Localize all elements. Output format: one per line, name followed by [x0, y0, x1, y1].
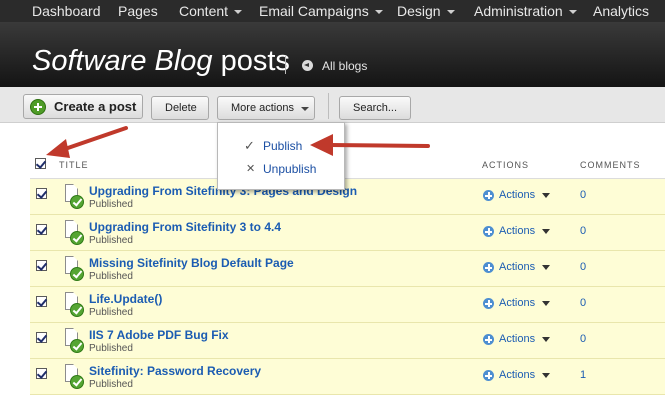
published-check-icon	[70, 339, 84, 353]
all-blogs-link[interactable]: All blogs	[322, 59, 367, 73]
published-check-icon	[70, 195, 84, 209]
published-check-icon	[70, 267, 84, 281]
nav-design[interactable]: Design	[397, 3, 455, 19]
table-row: Life.Update() Published Actions 0	[30, 287, 665, 323]
actions-link[interactable]: Actions	[499, 369, 535, 381]
search-button[interactable]: Search...	[339, 96, 411, 120]
comments-count-link[interactable]: 0	[580, 297, 586, 309]
post-title-link[interactable]: Upgrading From Sitefinity 3 to 4.4	[89, 220, 281, 234]
plus-icon	[30, 99, 46, 115]
published-check-icon	[70, 231, 84, 245]
select-all-checkbox[interactable]	[35, 158, 46, 169]
post-status: Published	[89, 271, 133, 282]
page-title-blog-name: Software Blog	[32, 45, 213, 77]
nav-design-label: Design	[397, 3, 441, 19]
chevron-down-icon	[374, 10, 383, 14]
more-actions-menu: ✓ Publish ✕ Unpublish	[217, 122, 345, 190]
comments-count-link[interactable]: 0	[580, 189, 586, 201]
nav-content[interactable]: Content	[179, 3, 243, 19]
chevron-down-icon[interactable]	[542, 337, 550, 342]
menu-item-unpublish[interactable]: ✕ Unpublish	[218, 159, 344, 179]
nav-pages[interactable]: Pages	[118, 3, 158, 19]
chevron-down-icon[interactable]	[542, 229, 550, 234]
published-check-icon	[70, 375, 84, 389]
nav-analytics[interactable]: Analytics	[593, 3, 649, 19]
comments-count-link[interactable]: 0	[580, 333, 586, 345]
nav-dashboard[interactable]: Dashboard	[32, 3, 101, 19]
page-header: Software Blog posts All blogs	[0, 22, 665, 87]
page-title: Software Blog posts	[32, 45, 290, 78]
row-checkbox[interactable]	[36, 188, 47, 199]
arrow-to-select-all	[46, 126, 128, 158]
actions-plus-icon[interactable]	[483, 334, 494, 345]
menu-item-publish-label: Publish	[263, 139, 303, 153]
comments-count-link[interactable]: 0	[580, 261, 586, 273]
chevron-down-icon[interactable]	[542, 301, 550, 306]
column-header-title[interactable]: TITLE	[59, 160, 89, 170]
toolbar-divider	[328, 93, 329, 119]
title-divider	[285, 56, 286, 74]
column-header-actions: ACTIONS	[482, 160, 530, 170]
nav-content-label: Content	[179, 3, 229, 19]
row-checkbox[interactable]	[36, 224, 47, 235]
create-post-label: Create a post	[54, 99, 137, 114]
comments-count-link[interactable]: 0	[580, 225, 586, 237]
x-icon: ✕	[246, 163, 256, 175]
chevron-down-icon	[234, 10, 243, 14]
row-checkbox[interactable]	[36, 260, 47, 271]
search-label: Search...	[353, 102, 398, 114]
nav-administration[interactable]: Administration	[474, 3, 577, 19]
column-header-comments: COMMENTS	[580, 160, 641, 170]
actions-link[interactable]: Actions	[499, 297, 535, 309]
actions-plus-icon[interactable]	[483, 370, 494, 381]
post-title-link[interactable]: IIS 7 Adobe PDF Bug Fix	[89, 328, 229, 342]
published-check-icon	[70, 303, 84, 317]
nav-email-campaigns[interactable]: Email Campaigns	[259, 3, 383, 19]
post-status: Published	[89, 235, 133, 246]
comments-count-link[interactable]: 1	[580, 369, 586, 381]
create-post-button[interactable]: Create a post	[23, 94, 143, 119]
table-row: Upgrading From Sitefinity 3 to 4.4 Publi…	[30, 215, 665, 251]
post-status: Published	[89, 307, 133, 318]
table-row: Upgrading From Sitefinity 3: Pages and D…	[30, 179, 665, 215]
delete-button[interactable]: Delete	[151, 96, 209, 120]
more-actions-label: More actions	[231, 102, 294, 114]
chevron-down-icon	[568, 10, 577, 14]
chevron-down-icon	[446, 10, 455, 14]
post-title-link[interactable]: Missing Sitefinity Blog Default Page	[89, 256, 294, 270]
actions-link[interactable]: Actions	[499, 261, 535, 273]
post-title-link[interactable]: Life.Update()	[89, 292, 162, 306]
table-row: Sitefinity: Password Recovery Published …	[30, 359, 665, 395]
actions-plus-icon[interactable]	[483, 262, 494, 273]
post-title-link[interactable]: Sitefinity: Password Recovery	[89, 364, 261, 378]
page-title-suffix: posts	[212, 45, 290, 77]
nav-administration-label: Administration	[474, 3, 563, 19]
nav-email-campaigns-label: Email Campaigns	[259, 3, 369, 19]
post-status: Published	[89, 199, 133, 210]
table-row: Missing Sitefinity Blog Default Page Pub…	[30, 251, 665, 287]
more-actions-button[interactable]: More actions	[217, 96, 315, 120]
actions-link[interactable]: Actions	[499, 189, 535, 201]
actions-link[interactable]: Actions	[499, 225, 535, 237]
row-checkbox[interactable]	[36, 296, 47, 307]
chevron-down-icon	[301, 107, 309, 111]
post-status: Published	[89, 379, 133, 390]
actions-plus-icon[interactable]	[483, 298, 494, 309]
actions-plus-icon[interactable]	[483, 190, 494, 201]
row-checkbox[interactable]	[36, 368, 47, 379]
delete-label: Delete	[165, 102, 197, 114]
row-checkbox[interactable]	[36, 332, 47, 343]
post-status: Published	[89, 343, 133, 354]
top-nav: Dashboard Pages Content Email Campaigns …	[0, 0, 665, 22]
chevron-down-icon[interactable]	[542, 373, 550, 378]
menu-item-publish[interactable]: ✓ Publish	[218, 136, 344, 156]
menu-item-unpublish-label: Unpublish	[263, 162, 317, 176]
chevron-down-icon[interactable]	[542, 265, 550, 270]
check-icon: ✓	[244, 138, 255, 153]
actions-plus-icon[interactable]	[483, 226, 494, 237]
actions-link[interactable]: Actions	[499, 333, 535, 345]
chevron-down-icon[interactable]	[542, 193, 550, 198]
back-arrow-icon[interactable]	[302, 60, 313, 71]
table-row: IIS 7 Adobe PDF Bug Fix Published Action…	[30, 323, 665, 359]
